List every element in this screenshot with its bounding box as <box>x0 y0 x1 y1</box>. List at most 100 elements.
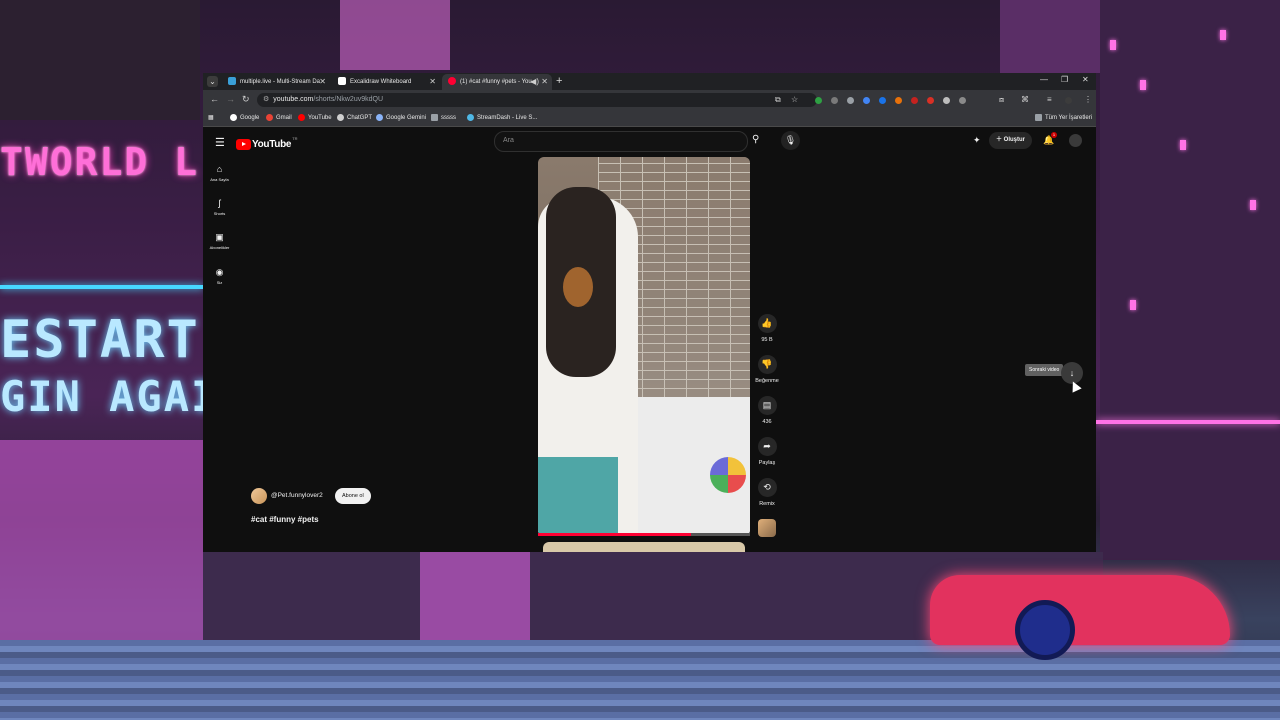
extension-icon[interactable] <box>847 97 854 104</box>
bookmark-label: Google <box>240 115 260 121</box>
close-icon[interactable]: ✕ <box>429 74 436 90</box>
remix-button[interactable]: ⟲ Remix <box>755 478 779 507</box>
extensions-puzzle-icon[interactable]: ⧈ <box>999 95 1004 105</box>
youtube-icon <box>298 113 305 121</box>
next-short-preview[interactable] <box>543 542 745 552</box>
bookmark-streamdash[interactable]: StreamDash - Live S... <box>467 110 537 126</box>
reload-icon[interactable]: ↻ <box>242 94 250 105</box>
channel-avatar[interactable] <box>251 488 267 504</box>
short-video-player[interactable] <box>538 157 750 536</box>
address-domain: youtube.com <box>273 96 314 103</box>
mouse-cursor <box>1068 379 1082 393</box>
tab-search-button[interactable]: ⌄ <box>207 76 218 87</box>
dislike-label: Beğenme <box>755 378 779 384</box>
profile-avatar[interactable] <box>1065 97 1072 104</box>
chatgpt-icon <box>337 113 344 121</box>
bookmark-youtube[interactable]: YouTube <box>298 110 332 126</box>
comments-button[interactable]: ▤ 436 <box>755 396 779 425</box>
share-button[interactable]: ➦ Paylaş <box>755 437 779 466</box>
address-bar[interactable]: ⚙ youtube.com/shorts/Nkw2uv9kdQU <box>257 93 817 107</box>
bookmark-label: YouTube <box>308 115 332 121</box>
search-input[interactable]: Ara <box>494 131 748 152</box>
extension-icon[interactable] <box>911 97 918 104</box>
sound-thumbnail[interactable] <box>758 519 776 537</box>
bookmark-gemini[interactable]: Google Gemini <box>376 110 426 126</box>
install-app-icon[interactable]: ⧉ <box>775 95 781 105</box>
sidebar-item-shorts[interactable]: ʃ Shorts <box>203 198 236 216</box>
remix-label: Remix <box>759 501 775 507</box>
lit-window <box>1180 140 1186 150</box>
extension-icon[interactable] <box>943 97 950 104</box>
translate-icon[interactable]: ⌘ <box>1021 95 1029 104</box>
apps-grid-icon[interactable]: ▦ <box>208 110 214 126</box>
dislike-button[interactable]: 👎 Beğenme <box>755 355 779 384</box>
create-label: Oluştur <box>1003 137 1026 143</box>
ai-sparkle-icon[interactable]: ✦ <box>973 135 981 146</box>
bookmark-label: StreamDash - Live S... <box>477 115 538 121</box>
youtube-page: ☰ YouTubeTR Ara ⚲ 🎙 ✦ ＋ Oluştur 🔔 1 ⌂ Ana… <box>203 127 1096 552</box>
extension-icon[interactable] <box>831 97 838 104</box>
tab-excalidraw[interactable]: Excalidraw Whiteboard ✕ <box>332 74 440 90</box>
sidebar-item-subscriptions[interactable]: ▣ Abonelikler <box>203 232 236 250</box>
streamdash-icon <box>467 113 474 121</box>
extension-icon[interactable] <box>879 97 886 104</box>
microphone-icon[interactable]: 🎙 <box>781 131 800 150</box>
plus-icon: ＋ <box>996 137 1004 143</box>
lit-window <box>1250 200 1256 210</box>
menu-icon[interactable]: ☰ <box>215 136 225 149</box>
lit-window <box>1130 300 1136 310</box>
youtube-logo-text: YouTube <box>252 139 292 151</box>
create-button[interactable]: ＋ Oluştur <box>989 132 1033 149</box>
wallpaper-car <box>930 575 1230 645</box>
channel-name[interactable]: @Pet.funnylover2 <box>271 492 323 499</box>
like-button[interactable]: 👍 95 B <box>755 314 779 343</box>
lit-window <box>1220 30 1226 40</box>
building <box>0 440 203 640</box>
back-arrow-icon[interactable]: ← <box>210 94 219 104</box>
all-bookmarks[interactable]: Tüm Yer İşaretleri <box>1035 110 1092 126</box>
bookmark-chatgpt[interactable]: ChatGPT <box>337 110 372 126</box>
bookmark-folder[interactable]: sssss <box>431 110 456 126</box>
extension-icon[interactable] <box>815 97 822 104</box>
minimize-button[interactable]: — <box>1040 75 1048 84</box>
tab-youtube-shorts[interactable]: (1) #cat #funny #pets - You ◀) ✕ <box>442 74 552 90</box>
extension-icon[interactable] <box>959 97 966 104</box>
forward-arrow-icon[interactable]: → <box>226 94 235 104</box>
tab-multiple-live[interactable]: multiple.live - Multi-Stream Da ✕ <box>222 74 330 90</box>
media-controls-icon[interactable]: ≡ <box>1047 95 1052 104</box>
speaker-icon[interactable]: ◀) <box>530 74 539 90</box>
youtube-play-icon <box>236 139 251 151</box>
bookmark-star-icon[interactable]: ☆ <box>791 95 798 104</box>
close-icon[interactable]: ✕ <box>541 74 548 90</box>
video-progress-bar[interactable] <box>538 533 750 536</box>
sidebar-item-home[interactable]: ⌂ Ana Sayfa <box>203 164 236 182</box>
sidebar-item-you[interactable]: ◉ Siz <box>203 267 236 285</box>
comment-count: 436 <box>762 419 772 425</box>
extension-icon[interactable] <box>927 97 934 104</box>
extension-icon[interactable] <box>863 97 870 104</box>
video-hashtags[interactable]: #cat #funny #pets <box>251 515 319 524</box>
youtube-logo[interactable]: YouTubeTR <box>236 136 298 151</box>
multiple-live-favicon <box>228 77 236 86</box>
building <box>420 552 530 642</box>
youtube-favicon <box>448 77 456 86</box>
close-icon[interactable]: ✕ <box>319 74 326 90</box>
bookmark-gmail[interactable]: Gmail <box>266 110 292 126</box>
close-window-button[interactable]: ✕ <box>1082 75 1089 84</box>
bookmark-google[interactable]: Google <box>230 110 259 126</box>
subscribe-button[interactable]: Abone ol <box>335 488 371 504</box>
you-icon: ◉ <box>215 267 224 277</box>
notification-badge: 1 <box>1051 132 1057 138</box>
browser-menu-icon[interactable]: ⋮ <box>1084 95 1092 104</box>
building <box>0 0 200 120</box>
building <box>1100 0 1280 560</box>
avatar[interactable] <box>1069 134 1082 147</box>
site-info-icon[interactable]: ⚙ <box>263 93 269 107</box>
extension-icon[interactable] <box>895 97 902 104</box>
new-tab-button[interactable]: + <box>556 75 562 87</box>
search-icon[interactable]: ⚲ <box>752 134 759 145</box>
share-icon: ➦ <box>757 437 777 456</box>
restore-button[interactable]: ❐ <box>1061 75 1068 84</box>
comment-icon: ▤ <box>757 396 777 415</box>
all-bookmarks-label: Tüm Yer İşaretleri <box>1045 115 1093 121</box>
